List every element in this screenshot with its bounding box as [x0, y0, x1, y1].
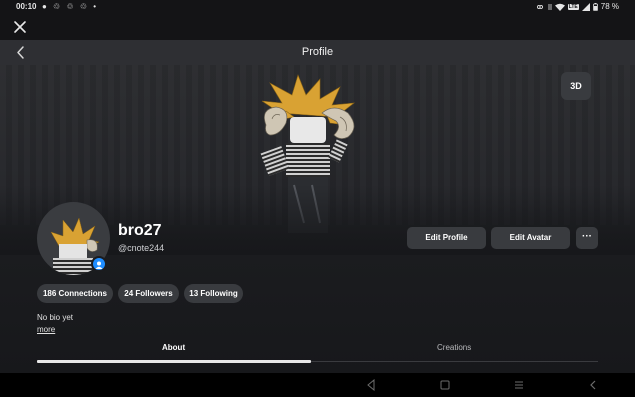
head-shape: [290, 117, 326, 143]
bio-text: No bio yet: [37, 313, 74, 322]
right-arm-shape: [328, 139, 348, 163]
wifi-icon: [554, 3, 565, 11]
battery-icon: [592, 2, 598, 11]
tab-about[interactable]: About: [162, 343, 185, 352]
system-nav-bar: [0, 373, 635, 397]
status-time: 00:10: [16, 2, 37, 11]
left-arm-shape: [260, 145, 290, 177]
notification-icons: ● ♲ ♲ ♲ •: [42, 2, 99, 11]
view-3d-button[interactable]: 3D: [561, 72, 591, 100]
display-name: bro27: [118, 222, 162, 239]
more-options-button[interactable]: ···: [576, 227, 598, 249]
close-icon[interactable]: [12, 19, 28, 35]
following-count[interactable]: 13 Following: [184, 284, 243, 303]
followers-count[interactable]: 24 Followers: [118, 284, 179, 303]
profile-content: 3D bro27 @cnote244 Edit Profile Edit Ava…: [0, 65, 635, 373]
triangle-back-icon[interactable]: [366, 379, 376, 391]
online-status-badge: [91, 256, 107, 272]
battery-percent: 78 %: [600, 2, 619, 11]
edit-profile-button[interactable]: Edit Profile: [407, 227, 486, 249]
square-home-icon[interactable]: [440, 379, 450, 391]
chevron-left-icon[interactable]: [588, 379, 598, 391]
connections-count[interactable]: 186 Connections: [37, 284, 113, 303]
profile-nav-bar: Profile: [0, 40, 635, 65]
status-right: LTE 78 %: [535, 2, 619, 11]
lte-badge: LTE: [567, 3, 579, 10]
torso-shape: [286, 143, 330, 177]
page-title: Profile: [301, 46, 334, 58]
bio-more-link[interactable]: more: [37, 325, 55, 334]
signal-icon: [581, 2, 590, 11]
menu-lines-icon[interactable]: [514, 379, 524, 391]
username: @cnote244: [118, 243, 165, 253]
tab-selected-indicator: [37, 360, 311, 363]
status-person-icon: [93, 258, 105, 270]
tab-creations[interactable]: Creations: [437, 343, 471, 352]
status-bar: 00:10 ● ♲ ♲ ♲ • LTE 78 %: [0, 0, 635, 14]
edit-avatar-button[interactable]: Edit Avatar: [491, 227, 570, 249]
infinity-icon: [536, 4, 543, 9]
data-arrows-icon: [548, 3, 552, 10]
window-top-bar: [0, 14, 635, 40]
